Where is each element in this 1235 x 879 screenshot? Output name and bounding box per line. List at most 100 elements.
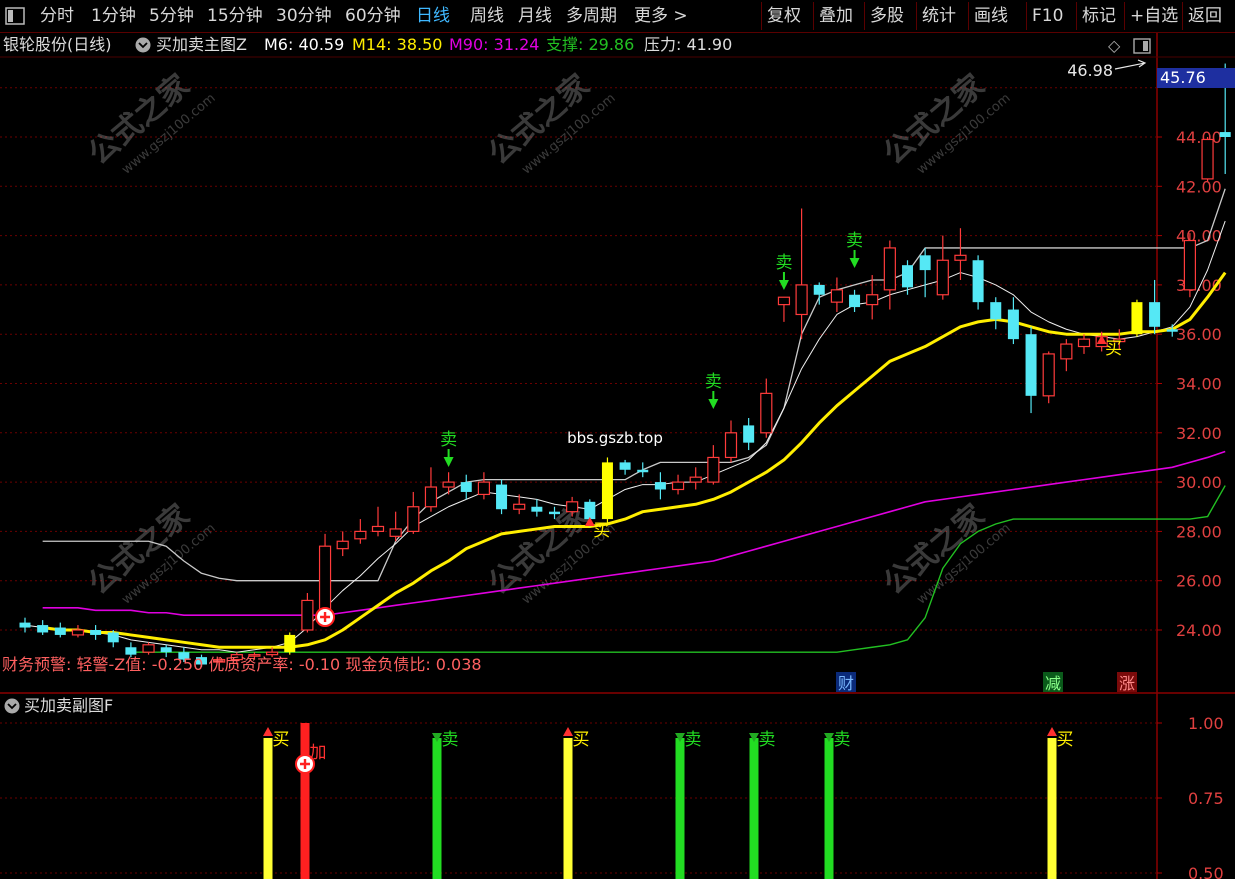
candle-body — [902, 265, 913, 288]
event-marker-2: 涨 — [1119, 674, 1135, 693]
candle-body — [743, 425, 755, 443]
sub-signal-label: 卖 — [759, 730, 776, 750]
sub-buy-arrow-icon — [563, 727, 573, 736]
price-tick-label: 40.00 — [1176, 227, 1222, 246]
candle-body — [318, 545, 332, 619]
candle-body — [389, 528, 402, 537]
candle-body — [407, 506, 420, 532]
candle-body — [160, 647, 172, 653]
sub-signal-label: 买 — [1057, 730, 1074, 750]
sub-indicator-name[interactable]: 买加卖副图F — [24, 694, 113, 718]
sub-buy-arrow-icon — [263, 727, 273, 736]
event-marker-0: 财 — [838, 674, 854, 693]
finance-warning: 财务预警: 轻警-Z值: -0.250 优质资产率: -0.10 现金负债比: … — [2, 655, 482, 674]
price-tick-label: 32.00 — [1176, 424, 1222, 443]
candle-body — [1025, 334, 1037, 396]
candle-body — [671, 481, 685, 491]
event-marker-1: 减 — [1045, 674, 1061, 693]
candle-body — [584, 501, 596, 520]
m90-line — [42, 450, 1226, 617]
candle-body — [777, 296, 791, 306]
sub-signal-bar — [824, 738, 834, 879]
candle-body — [1201, 138, 1214, 180]
candle-body — [637, 469, 649, 473]
sub-signal-bar — [300, 723, 310, 879]
candle-body — [549, 511, 560, 515]
sub-signal-bar — [1047, 738, 1057, 879]
candle-body — [1007, 309, 1019, 340]
candle-body — [477, 481, 490, 496]
candle-body — [1042, 353, 1055, 397]
sub-tick-label: 1.00 — [1188, 714, 1224, 733]
candle-body — [813, 284, 825, 295]
candle-body — [371, 525, 385, 532]
sell-signal-label: 卖 — [440, 430, 457, 450]
candle-body — [883, 247, 896, 291]
candle-body — [107, 632, 119, 643]
candle-body — [689, 476, 702, 483]
candle-body — [990, 302, 1002, 320]
buy-signal-label: 买 — [593, 521, 610, 541]
candle-body — [954, 254, 967, 261]
candle-body — [1131, 302, 1143, 335]
watermark: 公式之家www.gszj100.com — [82, 68, 218, 178]
high-price-label: 46.98 — [1067, 61, 1113, 80]
candle-body — [1077, 338, 1091, 348]
sell-signal-label: 卖 — [705, 372, 722, 392]
candle-body — [1219, 132, 1231, 137]
sub-signal-label: 加 — [310, 743, 327, 763]
current-price-tag: 45.76 — [1157, 68, 1235, 88]
sub-signal-bar — [263, 738, 273, 879]
candle-body — [1149, 302, 1161, 327]
candle-body — [71, 629, 85, 636]
watermark: 公式之家www.gszj100.com — [482, 68, 618, 178]
price-tick-label: 28.00 — [1176, 522, 1222, 541]
candle-body — [496, 484, 508, 510]
sub-signal-label: 卖 — [685, 730, 702, 750]
candle-body — [1166, 329, 1178, 332]
watermark: 公式之家www.gszj100.com — [877, 68, 1013, 178]
candle-body — [849, 294, 861, 308]
candle-body — [90, 630, 102, 635]
candle-body — [531, 506, 543, 512]
candle-body — [336, 540, 349, 550]
buy-signal-label: 买 — [1105, 339, 1122, 359]
candle-body — [830, 289, 844, 303]
candle-body — [866, 294, 879, 306]
sub-tick-label: 0.50 — [1188, 864, 1224, 879]
high-arrow — [1114, 59, 1147, 70]
candle-body — [566, 501, 579, 513]
candle-body — [424, 486, 438, 508]
sub-dropdown-icon[interactable] — [3, 694, 21, 722]
sub-signal-label: 买 — [273, 730, 290, 750]
candle-body — [1060, 343, 1073, 360]
site-watermark: bbs.gszb.top — [567, 429, 663, 447]
sub-signal-bar — [749, 738, 759, 879]
price-tick-label: 30.00 — [1176, 473, 1222, 492]
candle-body — [301, 599, 314, 631]
candle-body — [19, 622, 31, 628]
candle-body — [795, 284, 808, 316]
watermark: 公式之家www.gszj100.com — [482, 498, 618, 608]
sub-signal-label: 卖 — [442, 730, 459, 750]
sub-buy-arrow-icon — [1047, 727, 1057, 736]
price-tick-label: 44.00 — [1176, 128, 1222, 147]
candle-body — [125, 647, 137, 655]
kline-chart[interactable]: 44.0042.0040.0038.0036.0034.0032.0030.00… — [0, 0, 1235, 879]
candle-body — [37, 625, 49, 633]
price-tick-label: 42.00 — [1176, 177, 1222, 196]
watermark: 公式之家www.gszj100.com — [82, 498, 218, 608]
candle-body — [1183, 239, 1197, 291]
candle-body — [460, 482, 472, 492]
price-tick-label: 34.00 — [1176, 375, 1222, 394]
candle-body — [354, 530, 367, 540]
candle-body — [707, 456, 720, 483]
m14-line — [42, 271, 1227, 649]
sub-tick-label: 0.75 — [1188, 789, 1224, 808]
candle-body — [972, 260, 984, 303]
sub-signal-label: 买 — [573, 730, 590, 750]
candle-body — [760, 392, 773, 434]
candle-body — [513, 503, 526, 510]
candle-body — [601, 462, 613, 520]
candle-body — [936, 259, 949, 296]
